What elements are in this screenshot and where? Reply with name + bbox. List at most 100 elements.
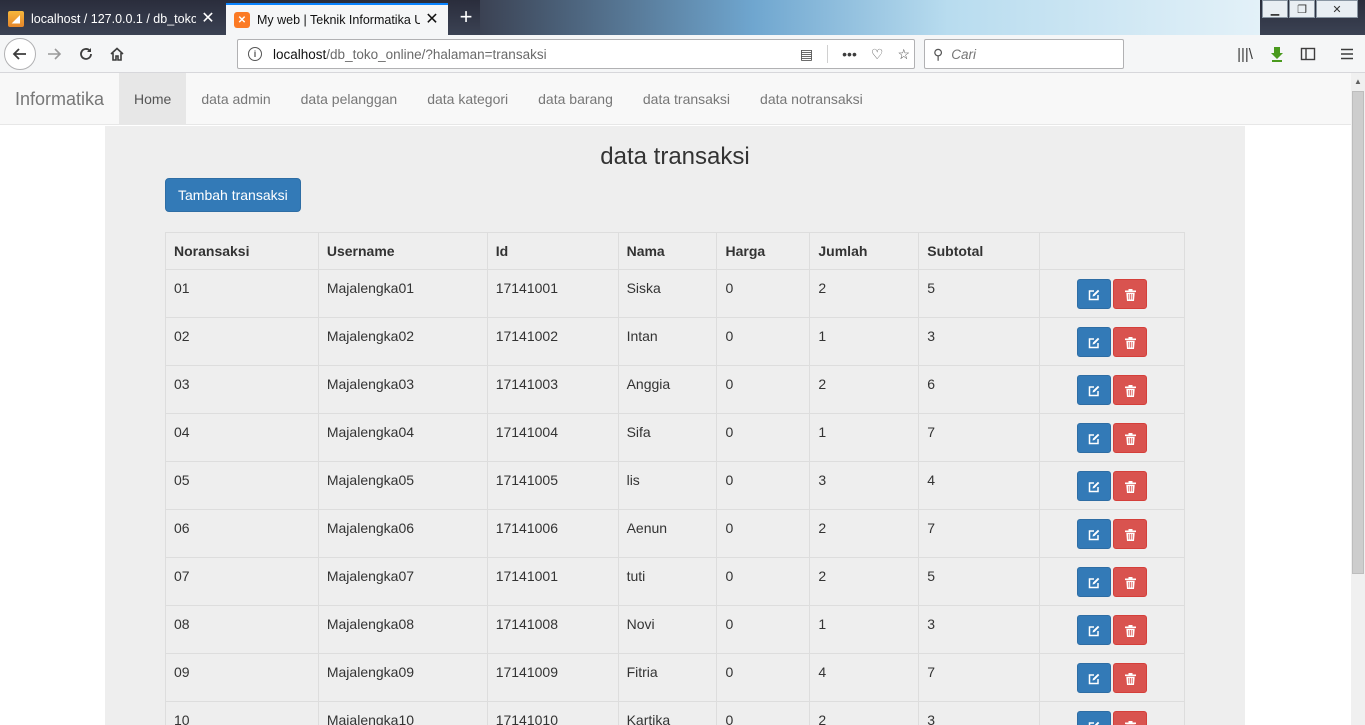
library-button[interactable]: |||\ bbox=[1229, 38, 1261, 70]
cell-actions bbox=[1039, 701, 1185, 725]
edit-button[interactable] bbox=[1077, 471, 1112, 501]
cell-actions bbox=[1039, 509, 1185, 558]
address-bar[interactable]: i localhost/db_toko_online/?halaman=tran… bbox=[237, 39, 915, 69]
page-scrollbar[interactable]: ▲ bbox=[1351, 73, 1365, 725]
nav-link-data-barang[interactable]: data barang bbox=[523, 73, 628, 125]
edit-button[interactable] bbox=[1077, 711, 1112, 725]
add-transaction-button[interactable]: Tambah transaksi bbox=[165, 178, 301, 212]
new-tab-button[interactable]: + bbox=[454, 4, 478, 30]
edit-icon bbox=[1088, 433, 1100, 445]
library-icon: |||\ bbox=[1237, 45, 1253, 63]
back-button[interactable] bbox=[4, 38, 36, 70]
edit-button[interactable] bbox=[1077, 423, 1112, 453]
cell-noransaksi: 02 bbox=[165, 317, 319, 366]
browser-tab-strip: ◢ localhost / 127.0.0.1 / db_toko_ ✕ ✕ M… bbox=[0, 0, 1365, 35]
delete-button[interactable] bbox=[1113, 711, 1148, 725]
browser-toolbar: i localhost/db_toko_online/?halaman=tran… bbox=[0, 35, 1365, 73]
cell-id: 17141004 bbox=[486, 413, 619, 462]
edit-button[interactable] bbox=[1077, 615, 1112, 645]
nav-link-data-pelanggan[interactable]: data pelanggan bbox=[286, 73, 413, 125]
sidebar-toggle-button[interactable] bbox=[1292, 38, 1324, 70]
page-title: data transaksi bbox=[600, 143, 750, 170]
reader-view-icon[interactable]: ▤ bbox=[800, 46, 813, 63]
cell-harga: 0 bbox=[716, 269, 811, 318]
browser-tab-phpmyadmin[interactable]: ◢ localhost / 127.0.0.1 / db_toko_ ✕ bbox=[0, 3, 224, 35]
restore-window-button[interactable]: ❐ bbox=[1289, 0, 1315, 18]
trash-icon bbox=[1124, 672, 1136, 685]
edit-button[interactable] bbox=[1077, 279, 1112, 309]
cell-subtotal: 7 bbox=[918, 413, 1041, 462]
delete-button[interactable] bbox=[1113, 471, 1148, 501]
column-header-actions bbox=[1039, 232, 1185, 270]
delete-button[interactable] bbox=[1113, 663, 1148, 693]
downloads-button[interactable] bbox=[1261, 38, 1293, 70]
trash-icon bbox=[1124, 576, 1136, 589]
cell-jumlah: 1 bbox=[809, 413, 920, 462]
edit-button[interactable] bbox=[1077, 567, 1112, 597]
scrollbar-thumb[interactable] bbox=[1352, 91, 1364, 574]
delete-button[interactable] bbox=[1113, 279, 1148, 309]
close-tab-icon[interactable]: ✕ bbox=[424, 12, 440, 28]
cell-jumlah: 1 bbox=[809, 317, 920, 366]
trash-icon bbox=[1124, 528, 1136, 541]
cell-nama: Sifa bbox=[617, 413, 718, 462]
table-row: 10 Majalengka10 17141010 Kartika 0 2 3 bbox=[165, 701, 1185, 725]
delete-button[interactable] bbox=[1113, 519, 1148, 549]
edit-button[interactable] bbox=[1077, 327, 1112, 357]
browser-tab-myweb[interactable]: ✕ My web | Teknik Informatika Un ✕ bbox=[226, 3, 448, 35]
edit-icon bbox=[1088, 481, 1100, 493]
column-header-subtotal: Subtotal bbox=[918, 232, 1041, 270]
delete-button[interactable] bbox=[1113, 423, 1148, 453]
site-navbar: Informatika Home data admin data pelangg… bbox=[0, 73, 1351, 125]
trash-icon bbox=[1124, 432, 1136, 445]
nav-link-data-kategori[interactable]: data kategori bbox=[412, 73, 523, 125]
edit-button[interactable] bbox=[1077, 519, 1112, 549]
edit-icon bbox=[1088, 673, 1100, 685]
nav-link-home[interactable]: Home bbox=[119, 73, 187, 125]
search-input[interactable] bbox=[951, 46, 1102, 62]
cell-harga: 0 bbox=[716, 509, 811, 558]
close-tab-icon[interactable]: ✕ bbox=[200, 11, 216, 27]
cell-actions bbox=[1039, 605, 1185, 654]
reload-icon bbox=[80, 48, 92, 60]
delete-button[interactable] bbox=[1113, 327, 1148, 357]
cell-harga: 0 bbox=[716, 701, 811, 725]
edit-button[interactable] bbox=[1077, 375, 1112, 405]
cell-harga: 0 bbox=[716, 317, 811, 366]
cell-nama: Fitria bbox=[617, 653, 718, 702]
arrow-left-icon bbox=[12, 48, 26, 60]
cell-username: Majalengka06 bbox=[317, 509, 488, 558]
nav-link-data-transaksi[interactable]: data transaksi bbox=[628, 73, 745, 125]
url-host: localhost bbox=[273, 46, 327, 62]
reload-button[interactable] bbox=[70, 38, 102, 70]
cell-username: Majalengka01 bbox=[317, 269, 488, 318]
delete-button[interactable] bbox=[1113, 375, 1148, 405]
forward-button[interactable] bbox=[38, 38, 70, 70]
pocket-icon[interactable]: ♡ bbox=[871, 46, 884, 63]
edit-button[interactable] bbox=[1077, 663, 1112, 693]
cell-id: 17141002 bbox=[486, 317, 619, 366]
nav-link-data-notransaksi[interactable]: data notransaksi bbox=[745, 73, 878, 125]
delete-button[interactable] bbox=[1113, 615, 1148, 645]
delete-button[interactable] bbox=[1113, 567, 1148, 597]
site-brand[interactable]: Informatika bbox=[15, 73, 104, 125]
nav-link-data-admin[interactable]: data admin bbox=[186, 73, 285, 125]
site-info-icon[interactable]: i bbox=[248, 47, 262, 61]
close-window-button[interactable]: ✕ bbox=[1316, 0, 1358, 18]
column-header-harga: Harga bbox=[716, 232, 811, 270]
home-button[interactable] bbox=[101, 38, 133, 70]
scroll-up-arrow-icon[interactable]: ▲ bbox=[1351, 73, 1365, 90]
bookmark-star-icon[interactable]: ☆ bbox=[897, 46, 910, 63]
search-bar[interactable]: ⚲ bbox=[924, 39, 1124, 69]
tab-title: My web | Teknik Informatika Un bbox=[257, 13, 420, 27]
minimize-window-button[interactable]: ▁ bbox=[1262, 0, 1288, 18]
menu-button[interactable] bbox=[1331, 38, 1363, 70]
xampp-icon: ✕ bbox=[234, 12, 250, 28]
page-actions-icon[interactable]: ••• bbox=[842, 46, 857, 62]
transactions-table: Noransaksi Username Id Nama Harga Jumlah… bbox=[165, 232, 1185, 725]
cell-nama: Intan bbox=[617, 317, 718, 366]
cell-noransaksi: 08 bbox=[165, 605, 319, 654]
cell-actions bbox=[1039, 269, 1185, 318]
cell-id: 17141001 bbox=[486, 557, 619, 606]
cell-jumlah: 2 bbox=[809, 701, 920, 725]
